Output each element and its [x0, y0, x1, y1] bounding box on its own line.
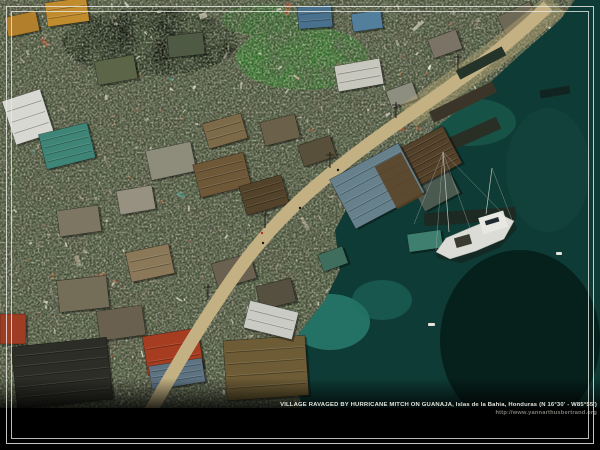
photo-credit-url: http://www.yannarthusbertrand.org	[280, 410, 597, 416]
aerial-photo-scene	[0, 0, 600, 450]
photo-caption-block: VILLAGE RAVAGED BY HURRICANE MITCH ON GU…	[280, 402, 597, 416]
photo-aerial-village: VILLAGE RAVAGED BY HURRICANE MITCH ON GU…	[0, 0, 600, 450]
photo-caption: VILLAGE RAVAGED BY HURRICANE MITCH ON GU…	[280, 402, 597, 408]
